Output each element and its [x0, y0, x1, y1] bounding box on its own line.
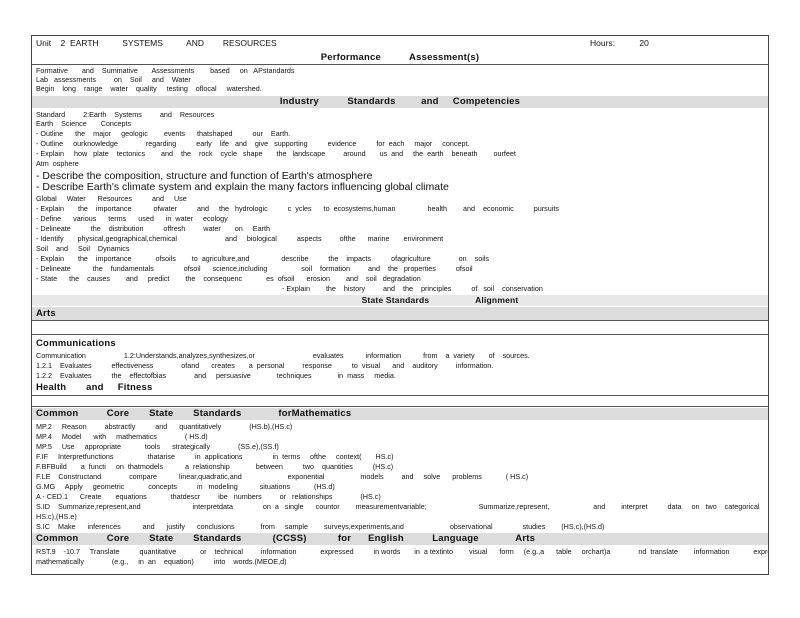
industry-line: Global Water Resources and Use — [32, 194, 768, 203]
math-line: F.IF Interpretfunctions thatarise in app… — [32, 452, 768, 461]
english-line-text: mathematically (e.g., in an equation) in… — [36, 557, 287, 566]
communications-title: Communications — [36, 338, 116, 349]
english-line: mathematically (e.g., in an equation) in… — [32, 557, 768, 566]
performance-line: Begin long range water quality testing o… — [32, 84, 768, 93]
hours-label: Hours: — [590, 38, 616, 48]
industry-line: - Delineate the fundamentals ofsoil scie… — [32, 264, 768, 273]
industry-heading: Industry Standards and Competencies — [32, 96, 768, 108]
industry-line: - Explain the importance ofsoils to agri… — [32, 254, 768, 263]
communications-line: 1.2.1 Evaluates effectiveness ofand crea… — [32, 361, 768, 370]
math-line: S.ID Summarize,represent,and interpretda… — [32, 502, 768, 511]
industry-line: - Explain how plate tectonics and the ro… — [32, 149, 768, 158]
math-line-text: G.MG Apply geometric concepts in modelin… — [36, 482, 335, 491]
performance-line-text: Lab assessments on Soil and Water — [36, 75, 191, 84]
math-heading: Common Core State Standards forMathemati… — [32, 408, 768, 420]
math-line: F.LE Constructand compare linear,quadrat… — [32, 472, 768, 481]
divider — [32, 64, 768, 65]
communications-line-text: 1.2.2 Evaluates the effectofbias and per… — [36, 371, 396, 380]
industry-line: - Delineate the distribution offresh wat… — [32, 224, 768, 233]
communications-line: Communication 1.2:Understands,analyzes,s… — [32, 351, 768, 360]
industry-line-text: Atm osphere — [36, 159, 79, 168]
industry-line-text: - Delineate the fundamentals ofsoil scie… — [36, 264, 473, 273]
industry-big-line-text: - Describe Earth's climate system and ex… — [36, 181, 449, 193]
math-line: MP.4 Model with mathematics ( HS.d) — [32, 432, 768, 441]
communications-heading: Communications — [32, 338, 768, 350]
industry-big-line: - Describe Earth's climate system and ex… — [32, 181, 768, 193]
arts-title: Arts — [36, 308, 56, 319]
performance-line-text: Formative and Summative Assessments base… — [36, 66, 295, 75]
industry-line-text: - Explain the importance ofwater and the… — [36, 204, 559, 213]
math-line: S.IC Make inferences and justify conclus… — [32, 522, 768, 531]
industry-line: Soil and Soil Dynamics — [32, 244, 768, 253]
math-line-text: F.LE Constructand compare linear,quadrat… — [36, 472, 529, 481]
math-line-text: S.IC Make inferences and justify conclus… — [36, 522, 605, 531]
performance-line: Lab assessments on Soil and Water — [32, 75, 768, 84]
industry-line-text: Global Water Resources and Use — [36, 194, 187, 203]
industry-line-text: - State the causes and predict the conse… — [36, 274, 421, 283]
english-heading: Common Core State Standards (CCSS) for E… — [32, 533, 768, 545]
performance-line: Formative and Summative Assessments base… — [32, 66, 768, 75]
industry-line: - Define various terms used in water eco… — [32, 214, 768, 223]
divider — [32, 320, 768, 321]
math-line-text: A - CED.1 Create equations thatdescr ibe… — [36, 492, 381, 501]
arts-heading: Arts — [32, 308, 768, 320]
industry-line-text: Earth Science Concepts — [36, 119, 132, 128]
divider — [32, 395, 768, 396]
math-line-text: MP.5 Use appropriate tools strategically… — [36, 442, 279, 451]
state-standards-title: State Standards Alignment — [361, 295, 519, 305]
health-title: Health and Fitness — [36, 382, 153, 393]
divider — [32, 334, 768, 335]
communications-line-text: 1.2.1 Evaluates effectiveness ofand crea… — [36, 361, 494, 370]
math-line: HS.c),(HS.e) — [32, 512, 768, 521]
industry-line-text: - Explain the importance ofsoils to agri… — [36, 254, 489, 263]
communications-line-text: Communication 1.2:Understands,analyzes,s… — [36, 351, 530, 360]
industry-line-text: Standard 2:Earth Systems and Resources — [36, 110, 215, 119]
math-line: G.MG Apply geometric concepts in modelin… — [32, 482, 768, 491]
math-line: MP.2 Reason abstractly and quantitativel… — [32, 422, 768, 431]
industry-line: - Explain the importance ofwater and the… — [32, 204, 768, 213]
industry-line-text: - Identify physical,geographical,chemica… — [36, 234, 444, 243]
math-title: Common Core State Standards forMathemati… — [36, 408, 352, 419]
performance-heading: Performance Assessment(s) — [32, 52, 768, 64]
hours-row: Hours: 20 — [590, 38, 768, 50]
math-line: MP.5 Use appropriate tools strategically… — [32, 442, 768, 451]
math-line: F.BFBuild a functi on thatmodels a relat… — [32, 462, 768, 471]
english-line-text: RST.9 -10.7 Translate quantitative or te… — [36, 547, 768, 556]
health-heading: Health and Fitness — [32, 382, 768, 394]
industry-line: Standard 2:Earth Systems and Resources — [32, 110, 768, 119]
math-line-text: F.BFBuild a functi on thatmodels a relat… — [36, 462, 394, 471]
state-standards-heading: State Standards Alignment — [32, 295, 768, 306]
industry-line-text: - Outline the major geologic events that… — [36, 129, 291, 138]
industry-line-text: - Explain how plate tectonics and the ro… — [36, 149, 516, 158]
industry-line: Earth Science Concepts — [32, 119, 768, 128]
math-line: A - CED.1 Create equations thatdescr ibe… — [32, 492, 768, 501]
math-line-text: S.ID Summarize,represent,and interpretda… — [36, 502, 760, 511]
performance-title: Performance Assessment(s) — [320, 52, 480, 63]
industry-line: - Outline the major geologic events that… — [32, 129, 768, 138]
communications-line: 1.2.2 Evaluates the effectofbias and per… — [32, 371, 768, 380]
industry-line-text: - Delineate the distribution offresh wat… — [36, 224, 270, 233]
math-line-text: MP.4 Model with mathematics ( HS.d) — [36, 432, 208, 441]
industry-line-text: - Outline ourknowledge regarding early l… — [36, 139, 470, 148]
unit-document: Unit 2 EARTH SYSTEMS AND RESOURCES Hours… — [31, 35, 769, 575]
performance-line-text: Begin long range water quality testing o… — [36, 84, 262, 93]
math-line-text: MP.2 Reason abstractly and quantitativel… — [36, 422, 293, 431]
industry-line: - Identify physical,geographical,chemica… — [32, 234, 768, 243]
english-line: RST.9 -10.7 Translate quantitative or te… — [32, 547, 768, 556]
english-title: Common Core State Standards (CCSS) for E… — [36, 533, 536, 544]
industry-line-text: Soil and Soil Dynamics — [36, 244, 130, 253]
math-line-text: F.IF Interpretfunctions thatarise in app… — [36, 452, 394, 461]
hours-value: 20 — [639, 38, 649, 48]
industry-line-text: - Define various terms used in water eco… — [36, 214, 228, 223]
industry-line: Atm osphere — [32, 159, 768, 168]
industry-title: Industry Standards and Competencies — [279, 96, 521, 107]
industry-line-text: - Explain the history and the principles… — [282, 284, 543, 293]
industry-line: - State the causes and predict the conse… — [32, 274, 768, 283]
industry-line: - Outline ourknowledge regarding early l… — [32, 139, 768, 148]
industry-line: - Explain the history and the principles… — [282, 284, 768, 293]
math-line-text: HS.c),(HS.e) — [36, 512, 77, 521]
divider — [32, 406, 768, 407]
unit-title-text: Unit 2 EARTH SYSTEMS AND RESOURCES — [36, 38, 277, 48]
